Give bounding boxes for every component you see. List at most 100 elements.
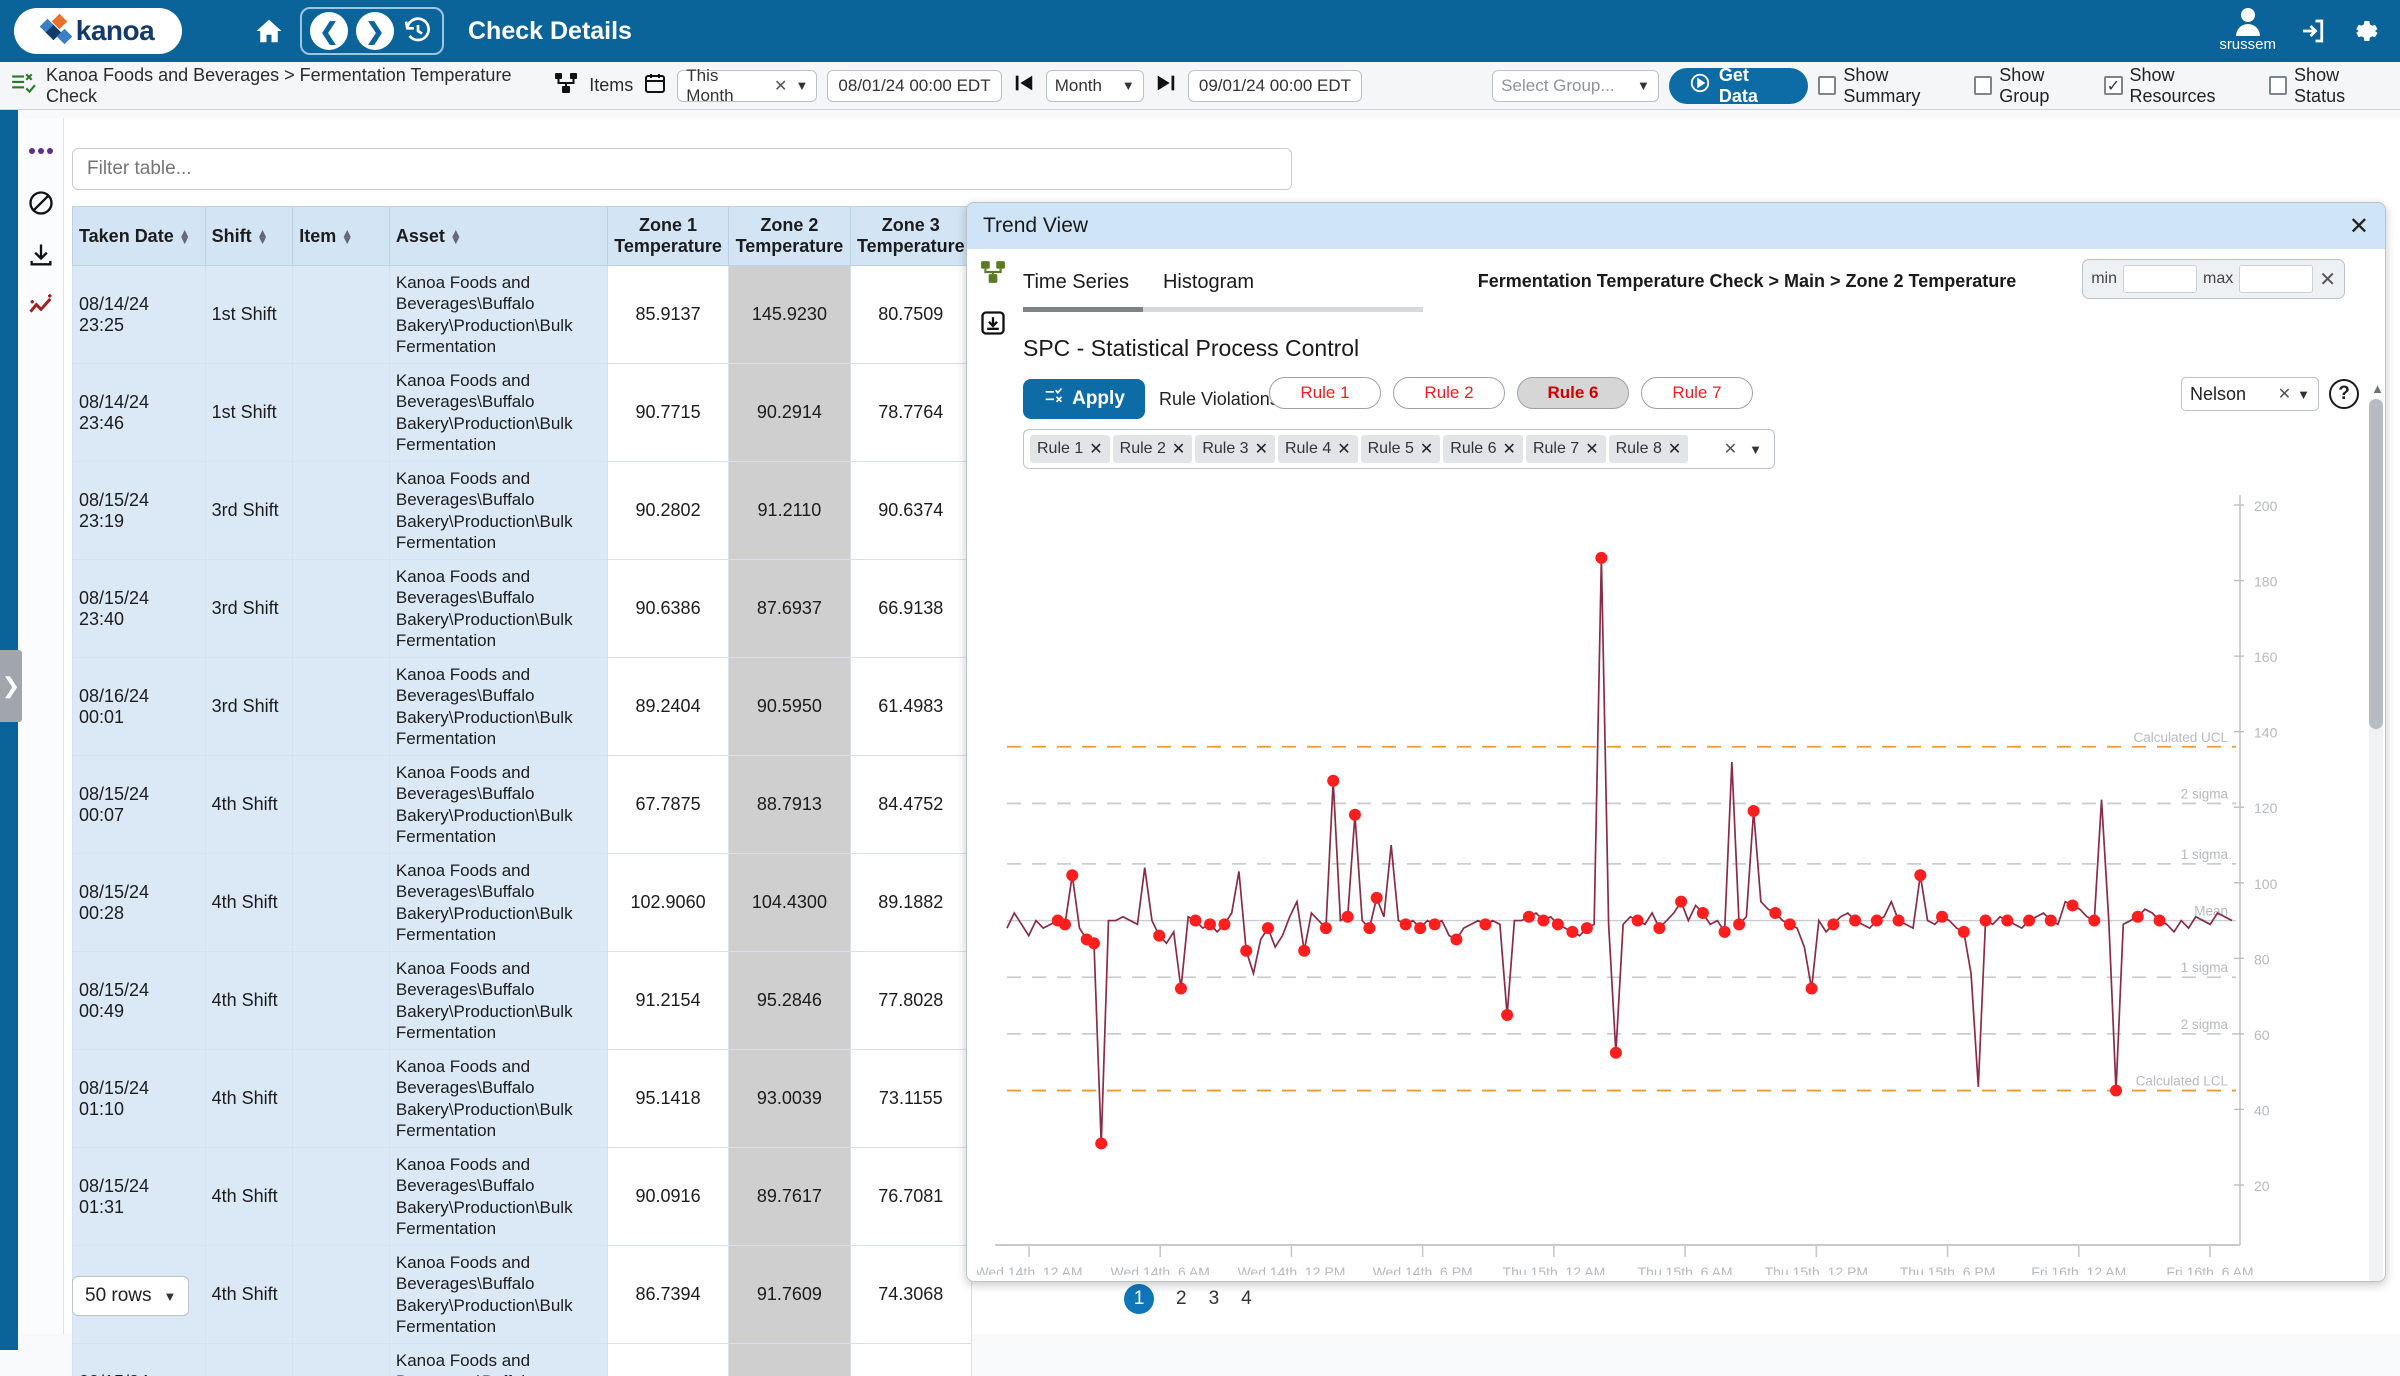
remove-rule-icon[interactable]: ✕: [1585, 439, 1598, 459]
home-icon[interactable]: [252, 16, 286, 46]
selected-rule-tag[interactable]: Rule 1✕: [1030, 435, 1110, 463]
remove-rule-icon[interactable]: ✕: [1172, 439, 1185, 459]
selected-rule-tag[interactable]: Rule 7✕: [1526, 435, 1606, 463]
sidebar-expander-button[interactable]: ❯: [0, 650, 22, 722]
page-2-button[interactable]: 2: [1176, 1288, 1187, 1310]
close-icon[interactable]: ✕: [2349, 212, 2369, 241]
chevron-down-icon[interactable]: ▼: [795, 78, 808, 93]
next-period-icon[interactable]: [1154, 72, 1178, 99]
violation-chip-rule-2[interactable]: Rule 2: [1393, 377, 1505, 409]
remove-rule-icon[interactable]: ✕: [1255, 439, 1268, 459]
period-select[interactable]: This Month ✕ ▼: [677, 70, 817, 102]
sort-icon[interactable]: ▲▼: [341, 230, 353, 243]
th-shift[interactable]: Shift▲▼: [205, 207, 293, 266]
chevron-down-icon[interactable]: ▼: [1749, 442, 1762, 457]
chevron-down-icon[interactable]: ▼: [1637, 78, 1650, 93]
table-row[interactable]: 08/15/24 02:134th ShiftKanoa Foods and B…: [73, 1344, 972, 1376]
get-data-button[interactable]: Get Data: [1669, 68, 1808, 104]
violation-chip-rule-1[interactable]: Rule 1: [1269, 377, 1381, 409]
remove-rule-icon[interactable]: ✕: [1337, 439, 1350, 459]
scrollbar-thumb[interactable]: [2369, 399, 2383, 729]
check-list-icon[interactable]: [10, 70, 36, 101]
help-icon[interactable]: ?: [2329, 379, 2359, 409]
items-network-icon[interactable]: [553, 71, 579, 100]
th-zone1[interactable]: Zone 1 Temperature: [607, 207, 728, 266]
remove-rule-icon[interactable]: ✕: [1089, 439, 1102, 459]
export-download-icon[interactable]: [979, 309, 1007, 343]
spc-chart[interactable]: 20406080100120140160180200Calculated UCL…: [977, 485, 2377, 1275]
hierarchy-icon[interactable]: [979, 259, 1007, 291]
remove-rule-icon[interactable]: ✕: [1503, 439, 1516, 459]
group-select[interactable]: Select Group... ▼: [1492, 70, 1659, 102]
th-zone2[interactable]: Zone 2 Temperature: [729, 207, 850, 266]
checkbox-box[interactable]: [1818, 76, 1836, 95]
violation-chip-rule-7[interactable]: Rule 7: [1641, 377, 1753, 409]
table-row[interactable]: 08/15/24 00:494th ShiftKanoa Foods and B…: [73, 952, 972, 1050]
chevron-down-icon[interactable]: ▼: [164, 1289, 177, 1304]
max-input[interactable]: [2239, 265, 2313, 293]
sort-icon[interactable]: ▲▼: [257, 230, 269, 243]
table-row[interactable]: 08/15/24 01:104th ShiftKanoa Foods and B…: [73, 1050, 972, 1148]
violation-chip-rule-6[interactable]: Rule 6: [1517, 377, 1629, 409]
selected-rule-tag[interactable]: Rule 6✕: [1443, 435, 1523, 463]
granularity-select[interactable]: Month ▼: [1046, 70, 1144, 102]
calendar-icon[interactable]: [643, 70, 667, 101]
table-row[interactable]: 08/16/24 00:013rd ShiftKanoa Foods and B…: [73, 658, 972, 756]
checkbox-box[interactable]: [1974, 76, 1992, 95]
ruleset-clear-icon[interactable]: ✕: [2278, 384, 2291, 404]
table-row[interactable]: 08/15/24 00:074th ShiftKanoa Foods and B…: [73, 756, 972, 854]
selected-rule-tag[interactable]: Rule 3✕: [1195, 435, 1275, 463]
download-icon[interactable]: [26, 240, 56, 270]
more-options-icon[interactable]: [26, 136, 56, 166]
rules-clear-icon[interactable]: ✕: [1724, 439, 1737, 459]
apply-button[interactable]: Apply: [1023, 379, 1145, 419]
checkbox-box[interactable]: [2269, 76, 2287, 95]
nav-forward-button[interactable]: ❯: [356, 12, 394, 50]
table-row[interactable]: 08/15/24 01:314th ShiftKanoa Foods and B…: [73, 1148, 972, 1246]
prev-period-icon[interactable]: [1012, 72, 1036, 99]
checkbox-box[interactable]: ✓: [2104, 76, 2122, 95]
user-account[interactable]: srussem: [2219, 8, 2276, 55]
scroll-up-arrow-icon[interactable]: ▲: [2371, 381, 2384, 396]
th-taken-date[interactable]: Taken Date▲▼: [73, 207, 206, 266]
th-item[interactable]: Item▲▼: [293, 207, 390, 266]
chevron-down-icon[interactable]: ▼: [1122, 78, 1135, 93]
ruleset-select[interactable]: Nelson ✕ ▼: [2181, 377, 2319, 411]
chevron-down-icon[interactable]: ▼: [2297, 387, 2310, 402]
kanoa-logo[interactable]: kanoa: [14, 8, 182, 54]
block-icon[interactable]: [26, 188, 56, 218]
page-3-button[interactable]: 3: [1209, 1288, 1220, 1310]
table-row[interactable]: 08/15/24 23:193rd ShiftKanoa Foods and B…: [73, 462, 972, 560]
selected-rule-tag[interactable]: Rule 4✕: [1278, 435, 1358, 463]
remove-rule-icon[interactable]: ✕: [1420, 439, 1433, 459]
checkbox-show-status[interactable]: Show Status: [2269, 65, 2390, 107]
th-zone3[interactable]: Zone 3 Temperature: [850, 207, 971, 266]
page-4-button[interactable]: 4: [1241, 1288, 1252, 1310]
rows-per-page-select[interactable]: 50 rows ▼: [72, 1276, 189, 1316]
checkbox-show-resources[interactable]: ✓ Show Resources: [2104, 65, 2259, 107]
start-date-field[interactable]: 08/01/24 00:00 EDT: [827, 70, 1001, 102]
sort-icon[interactable]: ▲▼: [450, 230, 462, 243]
th-asset[interactable]: Asset▲▼: [389, 207, 607, 266]
min-input[interactable]: [2123, 265, 2197, 293]
gear-icon[interactable]: [2350, 16, 2380, 46]
checkbox-show-summary[interactable]: Show Summary: [1818, 65, 1964, 107]
end-date-field[interactable]: 09/01/24 00:00 EDT: [1188, 70, 1362, 102]
logout-icon[interactable]: [2298, 16, 2328, 46]
hamburger-menu-icon[interactable]: [202, 18, 236, 44]
vertical-scrollbar[interactable]: [2369, 399, 2383, 1282]
checkbox-show-group[interactable]: Show Group: [1974, 65, 2094, 107]
table-row[interactable]: 08/15/24 23:403rd ShiftKanoa Foods and B…: [73, 560, 972, 658]
selected-rule-tag[interactable]: Rule 8✕: [1609, 435, 1689, 463]
analytics-trend-icon[interactable]: [26, 292, 56, 322]
nav-back-button[interactable]: ❮: [310, 12, 348, 50]
table-row[interactable]: 08/14/24 23:251st ShiftKanoa Foods and B…: [73, 266, 972, 364]
selected-rules-field[interactable]: Rule 1✕Rule 2✕Rule 3✕Rule 4✕Rule 5✕Rule …: [1023, 429, 1775, 469]
selected-rule-tag[interactable]: Rule 5✕: [1361, 435, 1441, 463]
remove-rule-icon[interactable]: ✕: [1668, 439, 1681, 459]
selected-rule-tag[interactable]: Rule 2✕: [1113, 435, 1193, 463]
sort-icon[interactable]: ▲▼: [179, 230, 191, 243]
table-row[interactable]: 08/15/24 00:284th ShiftKanoa Foods and B…: [73, 854, 972, 952]
tab-time-series[interactable]: Time Series: [1023, 271, 1129, 302]
filter-table-input[interactable]: [72, 148, 1292, 190]
